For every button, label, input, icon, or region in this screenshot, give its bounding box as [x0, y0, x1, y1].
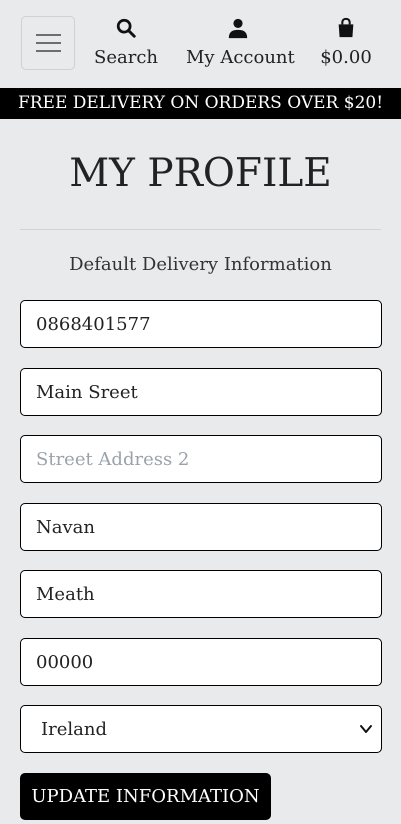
section-subtitle: Default Delivery Information [69, 254, 332, 275]
nav-search-label: Search [94, 47, 158, 68]
update-information-button[interactable]: UPDATE INFORMATION [20, 773, 271, 820]
nav-search-link[interactable]: Search [93, 16, 159, 76]
hamburger-menu-icon [36, 42, 61, 44]
page-title: MY PROFILE [69, 151, 332, 196]
country-selected-value: Ireland [41, 719, 107, 740]
phone-number-field[interactable] [20, 300, 382, 348]
hamburger-menu-icon [36, 50, 61, 52]
street-address-2-field[interactable] [20, 435, 382, 483]
menu-toggle-button[interactable] [21, 16, 75, 70]
site-header: Search My Account $0.00 [0, 0, 401, 88]
town-or-city-field[interactable] [20, 503, 382, 551]
delivery-banner: FREE DELIVERY ON ORDERS OVER $20! [0, 88, 401, 119]
shopping-bag-icon [338, 17, 354, 38]
street-address-1-field[interactable] [20, 368, 382, 416]
nav-cart-link[interactable]: $0.00 [318, 16, 374, 76]
title-divider [20, 229, 381, 230]
hamburger-menu-icon [36, 34, 61, 36]
nav-account-label: My Account [186, 47, 295, 68]
county-field[interactable] [20, 570, 382, 618]
user-icon [228, 18, 248, 39]
chevron-down-icon [360, 725, 372, 733]
nav-account-link[interactable]: My Account [186, 16, 295, 76]
postcode-field[interactable] [20, 638, 382, 686]
country-select[interactable]: Ireland [20, 705, 382, 753]
cart-total: $0.00 [320, 47, 372, 68]
search-icon [116, 18, 136, 38]
